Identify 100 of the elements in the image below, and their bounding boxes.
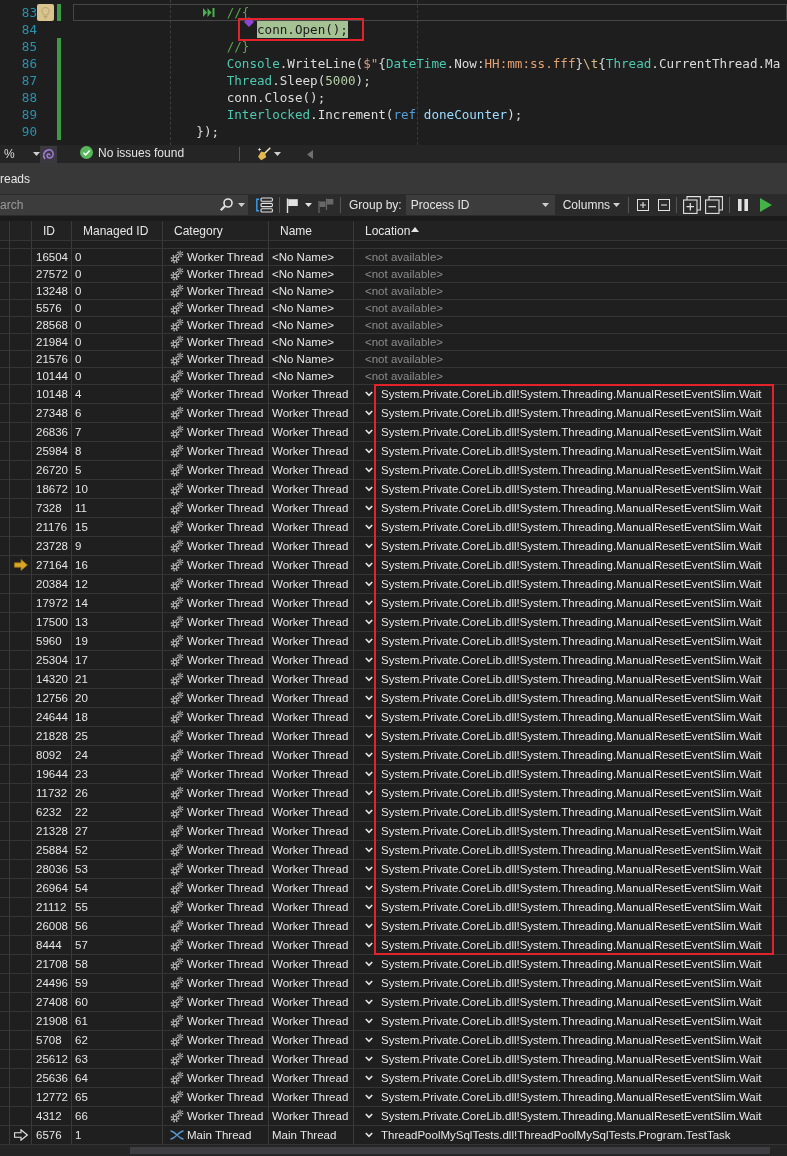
chevron-down-icon[interactable]	[365, 543, 373, 549]
chevron-down-icon[interactable]	[365, 410, 373, 416]
flag-icon[interactable]	[286, 197, 299, 213]
chevron-down-icon[interactable]	[365, 771, 373, 777]
chevron-down-icon[interactable]	[365, 1018, 373, 1024]
chevron-down-icon[interactable]	[365, 467, 373, 473]
location-text: System.Private.CoreLib.dll!System.Threading.ManualResetEventSlim.Wait	[381, 901, 762, 913]
category-label: Worker Thread	[187, 806, 264, 818]
location-text: System.Private.CoreLib.dll!System.Threading.ManualResetEventSlim.Wait	[381, 1110, 762, 1122]
thread-name: Worker Thread	[272, 616, 349, 628]
swirl-icon[interactable]	[40, 145, 57, 163]
chevron-down-icon[interactable]	[365, 790, 373, 796]
chevron-down-icon[interactable]	[365, 581, 373, 587]
chevron-down-icon[interactable]	[365, 733, 373, 739]
chevron-down-icon[interactable]	[365, 619, 373, 625]
caret-icon[interactable]	[274, 152, 281, 156]
chevron-down-icon[interactable]	[365, 923, 373, 929]
column-header[interactable]: Name	[280, 223, 312, 238]
gears-icon	[170, 900, 184, 914]
expand-icon[interactable]	[637, 199, 650, 211]
expand-all-icon[interactable]	[683, 196, 702, 214]
chevron-down-icon[interactable]	[365, 1075, 373, 1081]
chevron-down-icon[interactable]	[365, 1056, 373, 1062]
chevron-down-icon[interactable]	[365, 752, 373, 758]
thread-name: Worker Thread	[272, 1034, 349, 1046]
chevron-down-icon[interactable]	[365, 391, 373, 397]
caret-icon[interactable]	[238, 203, 245, 207]
column-header[interactable]: ID	[43, 223, 55, 238]
managed-id: 64	[75, 1072, 88, 1084]
chevron-down-icon[interactable]	[365, 695, 373, 701]
chevron-down-icon[interactable]	[365, 714, 373, 720]
chevron-down-icon[interactable]	[365, 847, 373, 853]
gears-icon	[170, 919, 184, 933]
columns-menu-button[interactable]: Columns	[560, 196, 623, 214]
chevron-down-icon[interactable]	[365, 676, 373, 682]
chevron-down-icon[interactable]	[365, 961, 373, 967]
thread-name: Worker Thread	[272, 901, 349, 913]
chevron-down-icon[interactable]	[365, 885, 373, 891]
thread-name: Worker Thread	[272, 578, 349, 590]
scrollbar-track[interactable]	[0, 1145, 787, 1156]
scroll-left-icon[interactable]	[307, 149, 313, 159]
chevron-down-icon[interactable]	[365, 505, 373, 511]
thread-id: 26836	[36, 426, 68, 438]
crossed-curves-icon	[170, 1130, 184, 1140]
category-label: Worker Thread	[187, 285, 264, 297]
group-by-dropdown[interactable]: Process ID	[405, 195, 555, 215]
chevron-down-icon[interactable]	[365, 1113, 373, 1119]
broom-icon[interactable]	[257, 147, 271, 161]
chevron-down-icon[interactable]	[365, 429, 373, 435]
chevron-down-icon[interactable]	[365, 448, 373, 454]
chevron-down-icon[interactable]	[365, 942, 373, 948]
chevron-down-icon[interactable]	[365, 999, 373, 1005]
zoom-dropdown[interactable]: %	[0, 147, 40, 161]
thread-name: <No Name>	[272, 285, 334, 297]
thread-id: 28036	[36, 863, 68, 875]
thread-name: <No Name>	[272, 370, 334, 382]
location-text: System.Private.CoreLib.dll!System.Threading.ManualResetEventSlim.Wait	[381, 939, 762, 951]
play-icon[interactable]	[760, 198, 773, 212]
chevron-down-icon[interactable]	[365, 600, 373, 606]
chevron-down-icon[interactable]	[365, 904, 373, 910]
managed-id: 61	[75, 1015, 88, 1027]
chevron-down-icon[interactable]	[365, 809, 373, 815]
chevron-down-icon[interactable]	[365, 562, 373, 568]
caret-icon[interactable]	[32, 152, 40, 156]
search-icon[interactable]	[220, 198, 233, 211]
caret-icon[interactable]	[541, 203, 549, 207]
chevron-down-icon[interactable]	[365, 828, 373, 834]
column-header[interactable]: Location	[365, 223, 411, 238]
search-field[interactable]: arch	[0, 195, 248, 215]
gears-icon	[170, 653, 184, 667]
thread-name: Worker Thread	[272, 787, 349, 799]
managed-id: 15	[75, 521, 88, 533]
location-text: System.Private.CoreLib.dll!System.Threading.ManualResetEventSlim.Wait	[381, 692, 762, 704]
scrollbar-thumb[interactable]	[130, 1147, 770, 1154]
managed-id: 4	[75, 388, 82, 400]
pause-icon[interactable]	[738, 199, 749, 211]
issues-indicator[interactable]: No issues found	[80, 145, 185, 160]
category-label: Worker Thread	[187, 521, 264, 533]
chevron-down-icon[interactable]	[365, 657, 373, 663]
caret-icon[interactable]	[305, 203, 312, 207]
list-icon[interactable]	[255, 197, 273, 213]
thread-name: Worker Thread	[272, 445, 349, 457]
chevron-down-icon[interactable]	[365, 1132, 373, 1138]
location-text: System.Private.CoreLib.dll!System.Threading.ManualResetEventSlim.Wait	[381, 920, 762, 932]
chevron-down-icon[interactable]	[365, 486, 373, 492]
chevron-down-icon[interactable]	[365, 524, 373, 530]
code-line: });	[196, 123, 220, 140]
chevron-down-icon[interactable]	[365, 980, 373, 986]
column-header[interactable]: Managed ID	[83, 223, 149, 238]
collapse-icon[interactable]	[658, 199, 671, 211]
managed-id: 60	[75, 996, 88, 1008]
thread-id: 21576	[36, 353, 68, 365]
fast-forward-icon[interactable]	[202, 8, 215, 17]
column-header[interactable]: Category	[174, 223, 223, 238]
chevron-down-icon[interactable]	[365, 1037, 373, 1043]
chevron-down-icon[interactable]	[365, 866, 373, 872]
chevron-down-icon[interactable]	[365, 1094, 373, 1100]
collapse-all-icon[interactable]	[705, 196, 724, 214]
chevron-down-icon[interactable]	[365, 638, 373, 644]
caret-icon[interactable]	[613, 203, 621, 207]
